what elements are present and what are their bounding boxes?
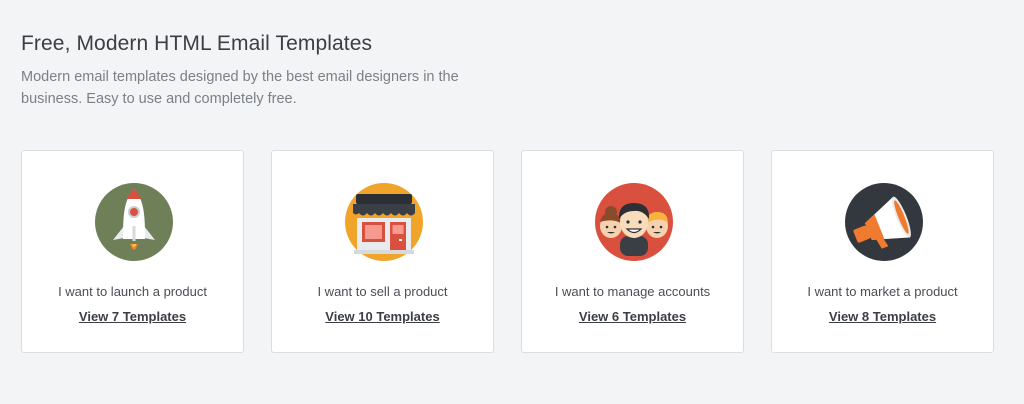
category-card-manage[interactable]: I want to manage accounts View 6 Templat… [521,150,744,353]
card-label: I want to manage accounts [554,284,711,299]
category-card-launch[interactable]: I want to launch a product View 7 Templa… [21,150,244,353]
category-card-market[interactable]: I want to market a product View 8 Templa… [771,150,994,353]
card-label: I want to sell a product [317,284,448,299]
category-card-sell[interactable]: I want to sell a product View 10 Templat… [271,150,494,353]
view-templates-link[interactable]: View 8 Templates [772,309,993,324]
rocket-icon [94,182,174,262]
view-templates-link[interactable]: View 7 Templates [22,309,243,324]
view-templates-link[interactable]: View 10 Templates [272,309,493,324]
page-subtitle: Modern email templates designed by the b… [21,69,459,107]
people-icon [594,182,674,262]
card-label: I want to market a product [807,284,958,299]
view-templates-link[interactable]: View 6 Templates [522,309,743,324]
card-label: I want to launch a product [58,284,207,299]
storefront-icon [344,182,424,262]
page-title: Free, Modern HTML Email Templates [21,32,373,55]
page: Free, Modern HTML Email Templates Modern… [0,0,1024,404]
category-cards: I want to launch a product View 7 Templa… [21,150,994,353]
megaphone-icon [844,182,924,262]
